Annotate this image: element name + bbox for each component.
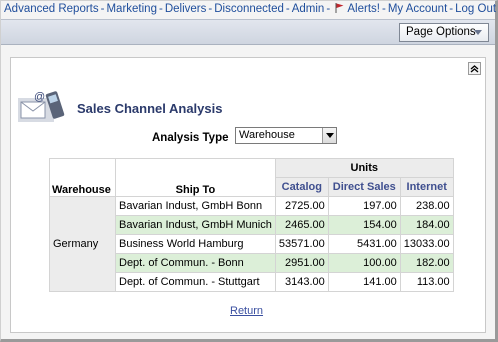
page-options-button[interactable]: Page Options [399,23,489,42]
internet-cell: 184.00 [399,215,454,235]
chevron-down-icon[interactable] [322,128,336,143]
warehouse-cell: Germany [49,196,116,292]
ship-to-cell: Business World Hamburg [115,234,276,254]
collapse-up-icon[interactable] [468,62,481,75]
ship-to-cell: Dept. of Commun. - Bonn [115,253,276,273]
sales-table: Warehouse Ship To Units Catalog Direct S… [49,158,454,292]
return-link[interactable]: Return [230,305,263,317]
nav-marketing[interactable]: Marketing [106,3,157,15]
internet-cell: 182.00 [399,253,454,273]
report-panel: @ Sales Channel Analysis Analysis Type W… [10,57,486,333]
page-title: Sales Channel Analysis [77,101,223,116]
top-navigation: Advanced Reports - Marketing - Delivers - Disc… [4,3,497,15]
toolbar: Page Options [1,19,495,45]
analysis-type-label: Analysis Type [152,132,229,144]
nav-admin[interactable]: Admin [292,3,325,15]
nav-alerts[interactable]: Alerts! [347,3,380,15]
col-header-ship-to: Ship To [115,158,276,197]
direct-sales-cell: 141.00 [327,272,401,292]
internet-cell: 13033.00 [399,234,454,254]
direct-sales-cell: 5431.00 [327,234,401,254]
table-row: Germany Bavarian Indust, GmbH Bonn 2725.… [49,196,454,292]
nav-advanced-reports[interactable]: Advanced Reports [4,3,99,15]
nav-log-out[interactable]: Log Out [455,3,496,15]
units-header: Units [274,158,454,178]
col-header-catalog[interactable]: Catalog [274,177,329,197]
page-options-label: Page Options [406,26,476,38]
nav-my-account[interactable]: My Account [388,3,447,15]
alert-flag-icon [335,3,344,13]
direct-sales-cell: 100.00 [327,253,401,273]
svg-text:@: @ [34,91,45,103]
internet-cell: 113.00 [399,272,454,292]
ship-to-cell: Dept. of Commun. - Stuttgart [115,272,276,292]
catalog-cell: 2725.00 [274,196,329,216]
col-header-internet[interactable]: Internet [399,177,454,197]
col-header-warehouse: Warehouse [49,158,116,197]
catalog-cell: 2951.00 [274,253,329,273]
ship-to-cell: Bavarian Indust, GmbH Bonn [115,196,276,216]
col-header-direct-sales[interactable]: Direct Sales [327,177,401,197]
analysis-type-select[interactable]: Warehouse [235,127,337,144]
internet-cell: 238.00 [399,196,454,216]
nav-disconnected[interactable]: Disconnected [214,3,284,15]
chevron-down-icon [474,30,482,35]
nav-delivers[interactable]: Delivers [165,3,207,15]
ship-to-cell: Bavarian Indust, GmbH Munich [115,215,276,235]
catalog-cell: 53571.00 [274,234,329,254]
catalog-cell: 2465.00 [274,215,329,235]
direct-sales-cell: 154.00 [327,215,401,235]
catalog-cell: 3143.00 [274,272,329,292]
direct-sales-cell: 197.00 [327,196,401,216]
analysis-type-value: Warehouse [239,129,295,141]
phone-mail-icon: @ [18,91,65,122]
